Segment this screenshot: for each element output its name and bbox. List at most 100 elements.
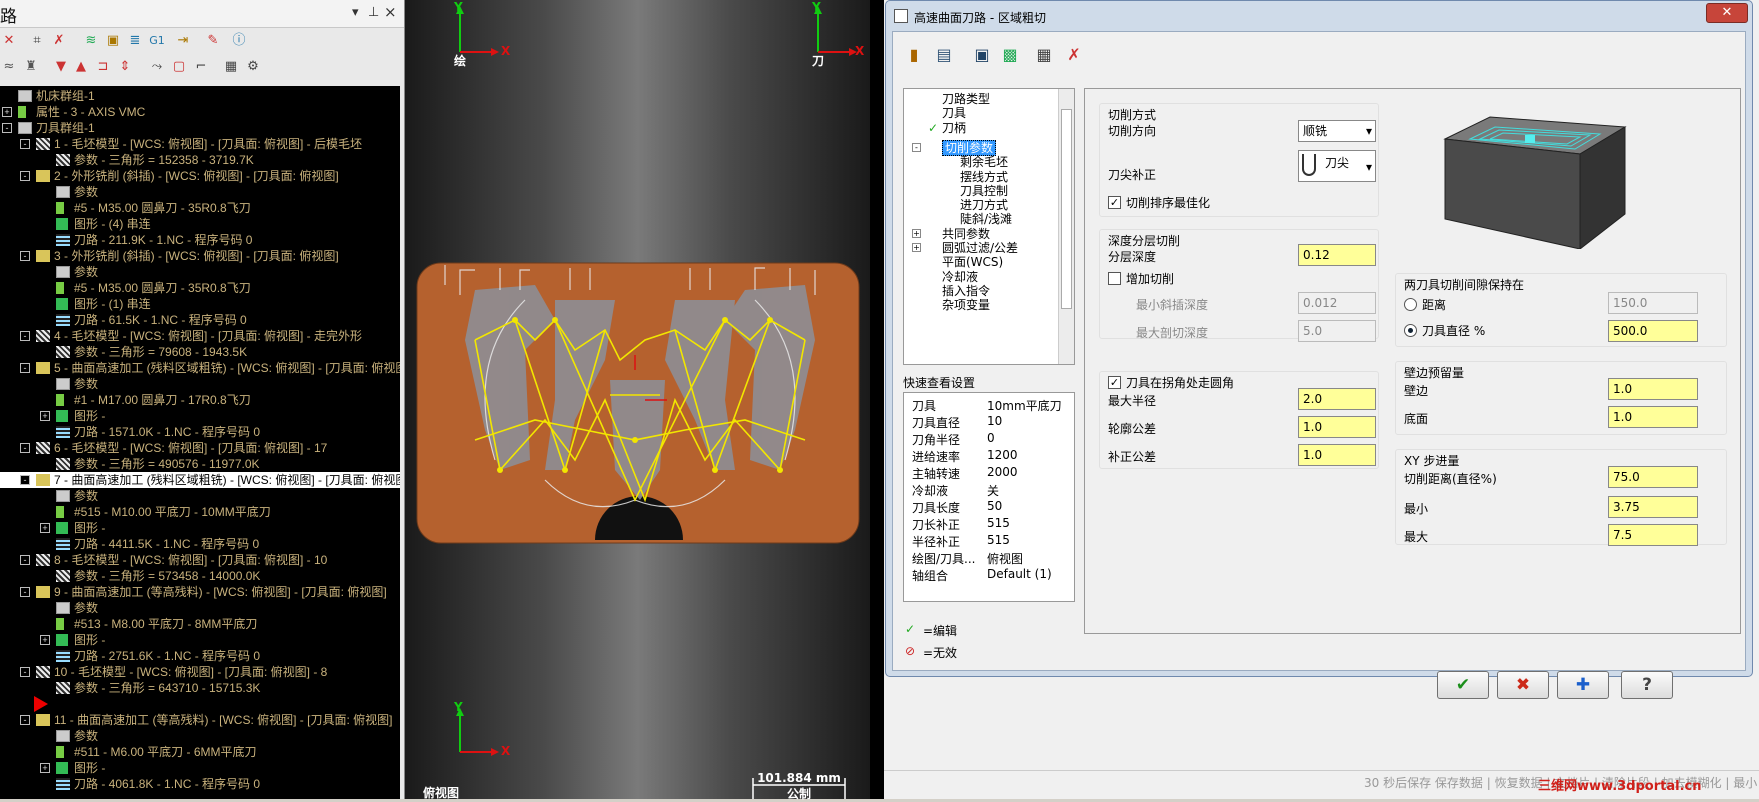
wall-field[interactable]: 1.0 bbox=[1608, 378, 1698, 400]
max-radius-field[interactable]: 2.0 bbox=[1298, 388, 1376, 410]
save-default-icon[interactable]: ▩ bbox=[997, 42, 1023, 68]
tree-row[interactable]: - 5 - 曲面高速加工 (残料区域粗铣) - [WCS: 俯视图] - [刀具面… bbox=[0, 360, 400, 376]
expand-icon[interactable]: + bbox=[2, 107, 12, 117]
floor-field[interactable]: 1.0 bbox=[1608, 406, 1698, 428]
tree-row[interactable] bbox=[0, 696, 400, 712]
tree-row[interactable]: - 3 - 外形铣削 (斜插) - [WCS: 俯视图] - [刀具面: 俯视图] bbox=[0, 248, 400, 264]
expand-icon[interactable]: + bbox=[912, 243, 921, 252]
move-up-icon[interactable]: ▲ bbox=[72, 58, 90, 76]
nav-scrollbar[interactable] bbox=[1058, 89, 1074, 364]
tree-row[interactable]: + 图形 - bbox=[0, 408, 400, 424]
tree-row[interactable]: 参数 bbox=[0, 184, 400, 200]
tree-row[interactable]: + 属性 - 3 - AXIS VMC bbox=[0, 104, 400, 120]
optimize-checkbox[interactable]: ✓ bbox=[1108, 196, 1121, 209]
select-all-icon[interactable]: ✕ bbox=[0, 32, 18, 50]
tree-row[interactable]: 参数 bbox=[0, 728, 400, 744]
tool-icon[interactable]: ▮ bbox=[901, 42, 927, 68]
tree-row[interactable]: 参数 bbox=[0, 376, 400, 392]
tree-row[interactable]: - 9 - 曲面高速加工 (等高残料) - [WCS: 俯视图] - [刀具面: … bbox=[0, 584, 400, 600]
tree-row[interactable]: - 6 - 毛坯模型 - [WCS: 俯视图] - [刀具面: 俯视图] - 17 bbox=[0, 440, 400, 456]
collapse-icon[interactable]: - bbox=[20, 443, 30, 453]
profile-tol-field[interactable]: 1.0 bbox=[1298, 416, 1376, 438]
tree-row[interactable]: #511 - M6.00 平底刀 - 6MM平底刀 bbox=[0, 744, 400, 760]
view-icon[interactable]: ▤ bbox=[931, 42, 957, 68]
tree-row[interactable]: 参数 - 三角形 = 152358 - 3719.7K bbox=[0, 152, 400, 168]
help-button[interactable]: ? bbox=[1621, 671, 1673, 699]
collapse-icon[interactable]: - bbox=[20, 363, 30, 373]
tree-row[interactable]: 图形 - (1) 串连 bbox=[0, 296, 400, 312]
collapse-icon[interactable]: - bbox=[20, 475, 30, 485]
expand-icon[interactable]: + bbox=[40, 523, 50, 533]
tree-row[interactable]: + 图形 - bbox=[0, 520, 400, 536]
regenerate-icon[interactable]: ⌗ bbox=[28, 32, 46, 50]
corner-checkbox[interactable]: ✓ bbox=[1108, 376, 1121, 389]
collapse-icon[interactable]: - bbox=[20, 587, 30, 597]
tree-row[interactable]: 参数 - 三角形 = 643710 - 15715.3K bbox=[0, 680, 400, 696]
tree-row[interactable]: 图形 - (4) 串连 bbox=[0, 216, 400, 232]
tree-row[interactable]: 参数 - 三角形 = 573458 - 14000.0K bbox=[0, 568, 400, 584]
tree-row[interactable]: 参数 - 三角形 = 490576 - 11977.0K bbox=[0, 456, 400, 472]
tool-diameter-radio[interactable] bbox=[1404, 324, 1417, 337]
expand-icon[interactable]: ▦ bbox=[222, 58, 240, 76]
tree-row[interactable]: #513 - M8.00 平底刀 - 8MM平底刀 bbox=[0, 616, 400, 632]
collapse-icon[interactable]: - bbox=[20, 555, 30, 565]
tree-row[interactable]: - 4 - 毛坯模型 - [WCS: 俯视图] - [刀具面: 俯视图] - 走完… bbox=[0, 328, 400, 344]
settings-icon[interactable]: ⚙ bbox=[244, 58, 262, 76]
collapse-icon[interactable]: - bbox=[20, 171, 30, 181]
stepover-min-field[interactable]: 3.75 bbox=[1608, 496, 1698, 518]
collapse-icon[interactable]: - bbox=[20, 331, 30, 341]
verify-icon[interactable]: ▣ bbox=[104, 32, 122, 50]
tree-row[interactable]: - 11 - 曲面高速加工 (等高残料) - [WCS: 俯视图] - [刀具面:… bbox=[0, 712, 400, 728]
tree-row[interactable]: 刀路 - 4411.5K - 1.NC - 程序号码 0 bbox=[0, 536, 400, 552]
tree-row[interactable]: 参数 - 三角形 = 79608 - 1943.5K bbox=[0, 344, 400, 360]
expand-icon[interactable]: + bbox=[912, 228, 921, 238]
calculator-icon[interactable]: ▦ bbox=[1031, 42, 1057, 68]
tree-row[interactable]: #1 - M17.00 圆鼻刀 - 17R0.8飞刀 bbox=[0, 392, 400, 408]
add-button[interactable]: ✚ bbox=[1557, 671, 1609, 699]
expand-icon[interactable]: + bbox=[40, 635, 50, 645]
tree-row[interactable]: + 图形 - bbox=[0, 632, 400, 648]
save-icon[interactable]: ▣ bbox=[969, 42, 995, 68]
tree-row[interactable]: 参数 bbox=[0, 600, 400, 616]
simulate-icon[interactable]: ≣ bbox=[126, 32, 144, 50]
backplot-icon[interactable]: ≋ bbox=[82, 32, 100, 50]
operations-tree[interactable]: 机床群组-1 + 属性 - 3 - AXIS VMC - 刀具群组-1-1 - 毛坯模型… bbox=[0, 86, 400, 799]
lock-icon[interactable]: ≈ bbox=[0, 58, 18, 76]
tree-row[interactable]: - 8 - 毛坯模型 - [WCS: 俯视图] - [刀具面: 俯视图] - 10 bbox=[0, 552, 400, 568]
post-icon[interactable]: ⇥ bbox=[174, 32, 192, 50]
scroll-icon[interactable]: ⤳ bbox=[148, 58, 166, 76]
collapse-icon[interactable]: - bbox=[20, 251, 30, 261]
tree-row[interactable]: 机床群组-1 bbox=[0, 88, 400, 104]
collapse-icon[interactable]: - bbox=[20, 667, 30, 677]
dialog-close-button[interactable]: ✕ bbox=[1706, 3, 1748, 23]
insert-arrow-toggle-icon[interactable]: ⇕ bbox=[116, 58, 134, 76]
tree-row[interactable]: #515 - M10.00 平底刀 - 10MM平底刀 bbox=[0, 504, 400, 520]
pin-icon[interactable]: ▾ bbox=[352, 5, 359, 20]
highfeed-icon[interactable]: ✎ bbox=[204, 32, 222, 50]
expand-icon[interactable]: + bbox=[40, 763, 50, 773]
g1-icon[interactable]: G1 bbox=[148, 32, 166, 50]
tree-row[interactable]: - 1 - 毛坯模型 - [WCS: 俯视图] - [刀具面: 俯视图] - 后模… bbox=[0, 136, 400, 152]
ok-button[interactable]: ✔ bbox=[1437, 671, 1489, 699]
tree-row[interactable]: + 图形 - bbox=[0, 760, 400, 776]
expand-icon[interactable]: + bbox=[40, 411, 50, 421]
collapse-icon[interactable]: - bbox=[20, 139, 30, 149]
tip-comp-select[interactable]: 刀尖 ▾ bbox=[1298, 150, 1376, 182]
nav-item[interactable]: 杂项变量 bbox=[942, 297, 990, 313]
cancel-button[interactable]: ✖ bbox=[1497, 671, 1549, 699]
tree-row[interactable]: - 刀具群组-1 bbox=[0, 120, 400, 136]
link-icon[interactable]: ⌐ bbox=[192, 58, 210, 76]
tree-row[interactable]: 刀路 - 4061.8K - 1.NC - 程序号码 0 bbox=[0, 776, 400, 792]
move-down-icon[interactable]: ▼ bbox=[52, 58, 70, 76]
tree-row[interactable]: - 7 - 曲面高速加工 (残料区域粗铣) - [WCS: 俯视图] - [刀具面… bbox=[0, 472, 400, 488]
close-icon[interactable]: × bbox=[384, 3, 397, 21]
step-depth-field[interactable]: 0.12 bbox=[1298, 244, 1376, 266]
tree-row[interactable]: 刀路 - 2751.6K - 1.NC - 程序号码 0 bbox=[0, 648, 400, 664]
parameter-nav-tree[interactable]: 刀路类型 刀具 ✓ 刀柄 - 切削参数 剩余毛坯 摆线方式 刀具控制 进刀方式 陡斜/浅滩 + 共同参数… bbox=[903, 88, 1075, 365]
insert-after-icon[interactable]: ⊐ bbox=[94, 58, 112, 76]
collapse-icon[interactable]: - bbox=[20, 715, 30, 725]
part-model[interactable] bbox=[416, 262, 860, 544]
tree-row[interactable]: - 2 - 外形铣削 (斜插) - [WCS: 俯视图] - [刀具面: 俯视图] bbox=[0, 168, 400, 184]
graphics-viewport[interactable]: Y X 绘 Y X 刀 Y X 俯视图 bbox=[405, 0, 870, 800]
tree-row[interactable]: - 10 - 毛坯模型 - [WCS: 俯视图] - [刀具面: 俯视图] - 8 bbox=[0, 664, 400, 680]
